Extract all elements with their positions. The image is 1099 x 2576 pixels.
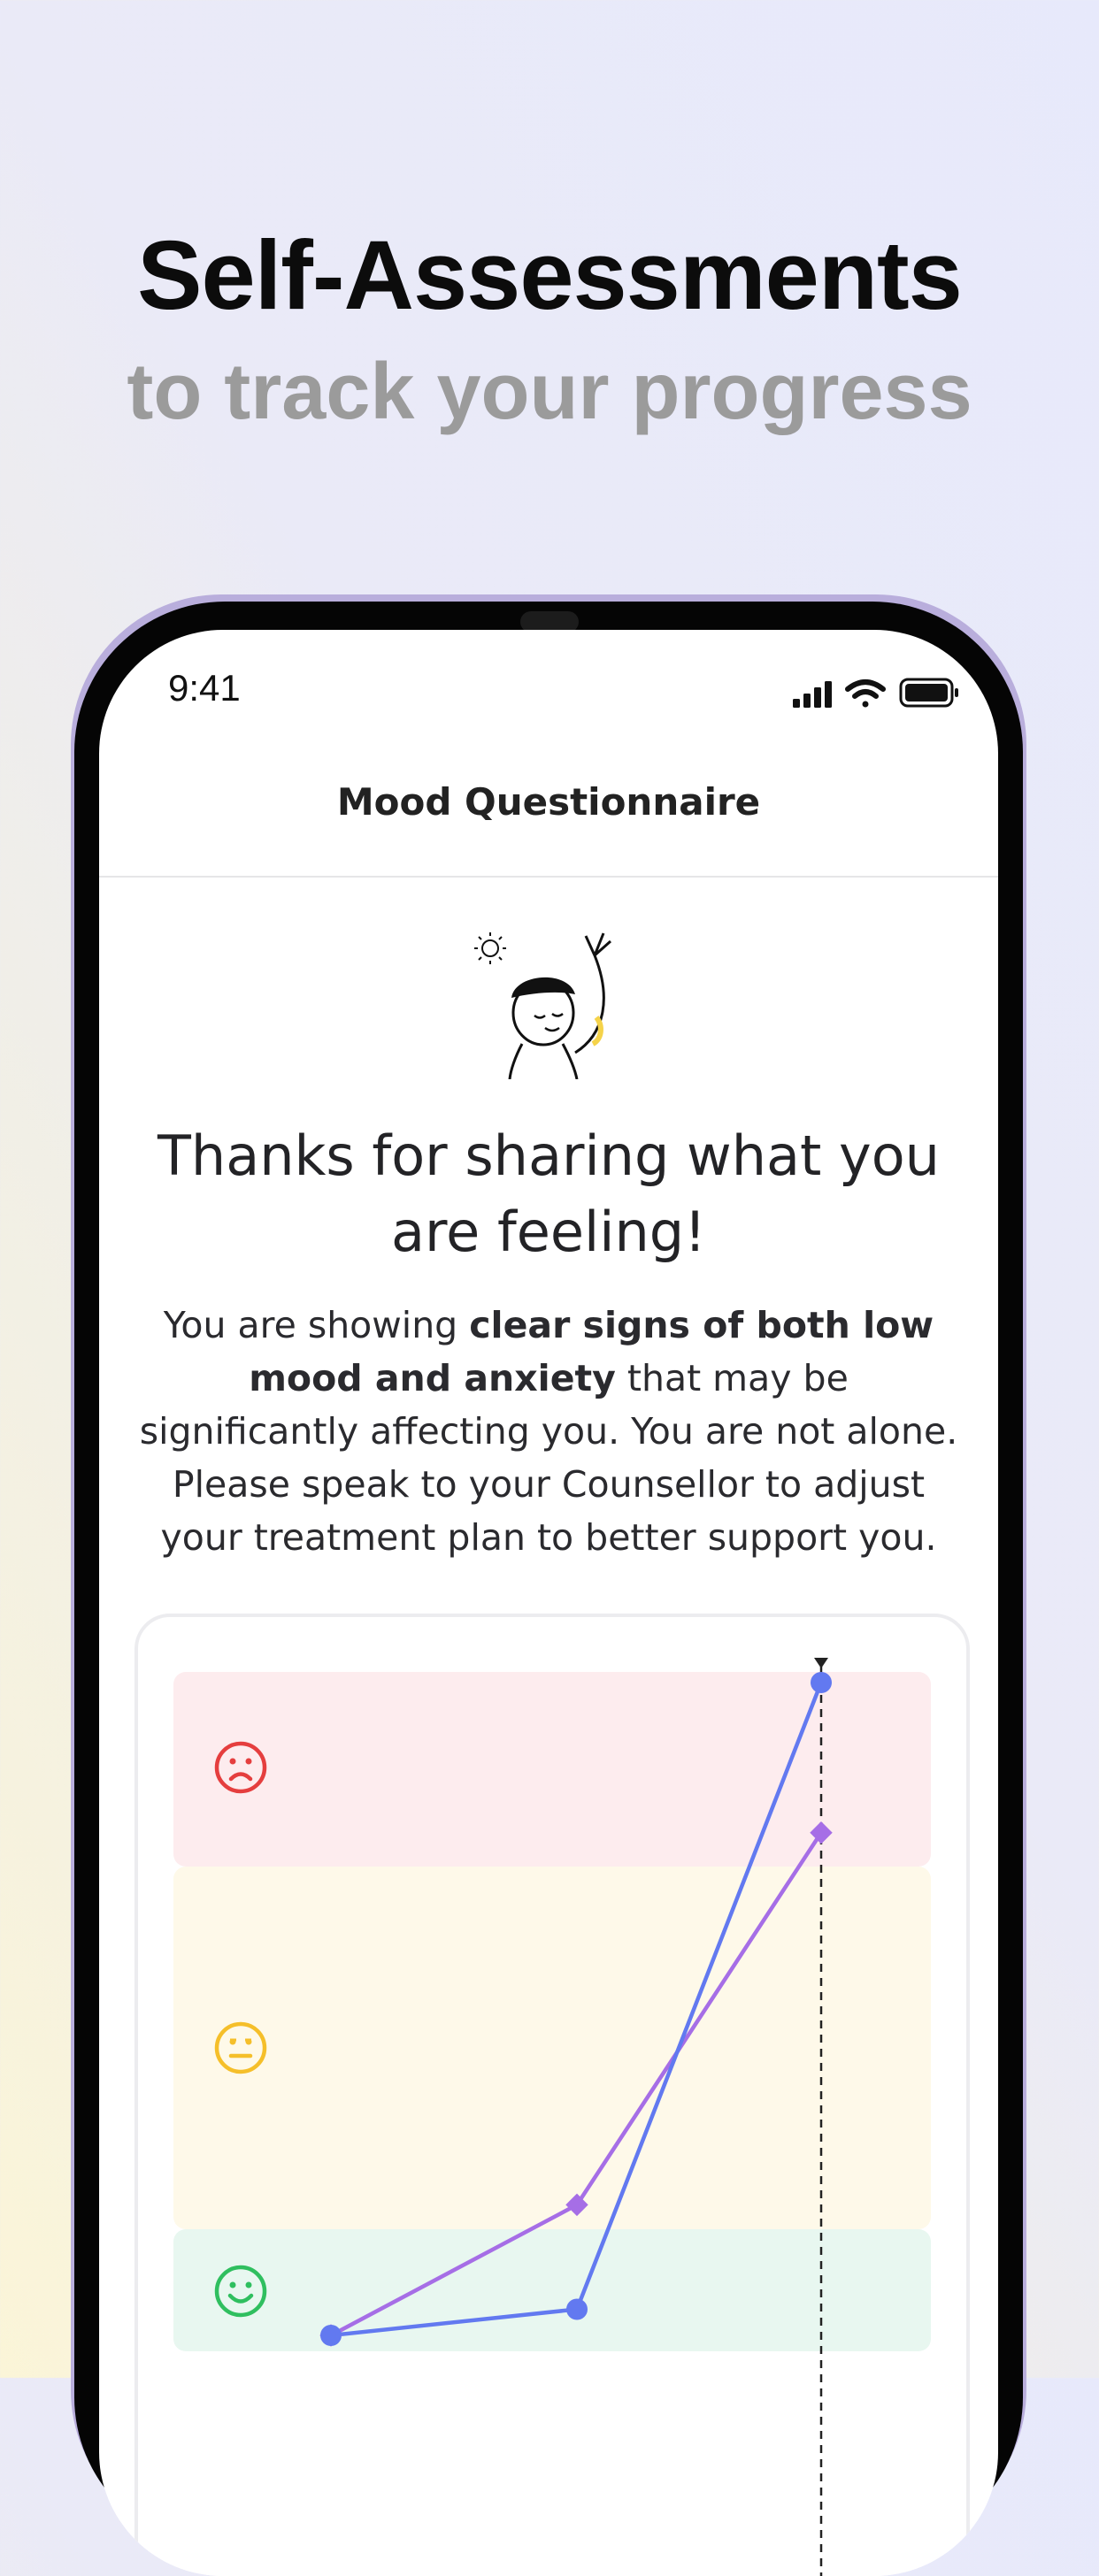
result-title: Thanks for sharing what you are feeling! [158,1123,940,1264]
series-1-point [811,1672,832,1693]
nav-title: Mood Questionnaire [336,780,761,824]
chart-zone-low [173,2229,931,2351]
series-1-point [320,2325,342,2346]
current-assessment-arrow [814,1658,828,1668]
nav-divider [99,876,998,878]
chart-zone-medium [173,1867,931,2229]
waving-person-with-sun-icon [474,932,611,1079]
status-time: 9:41 [168,667,241,709]
result-body-intro: You are showing [163,1304,470,1346]
hero-title: Self-Assessments [137,221,963,330]
cellular-signal-icon [793,681,832,708]
mood-chart [173,1658,931,2576]
wifi-icon [845,679,886,708]
result-body: You are showing clear signs of both low … [134,1299,963,1564]
phone-screen: 9:41 Mood Questionnaire Thanks for shari… [99,630,998,2576]
status-icons [793,678,958,708]
series-1-point [566,2298,588,2320]
mood-chart-card [134,1614,970,2576]
battery-icon [899,678,958,708]
hero-subtitle: to track your progress [127,348,972,436]
